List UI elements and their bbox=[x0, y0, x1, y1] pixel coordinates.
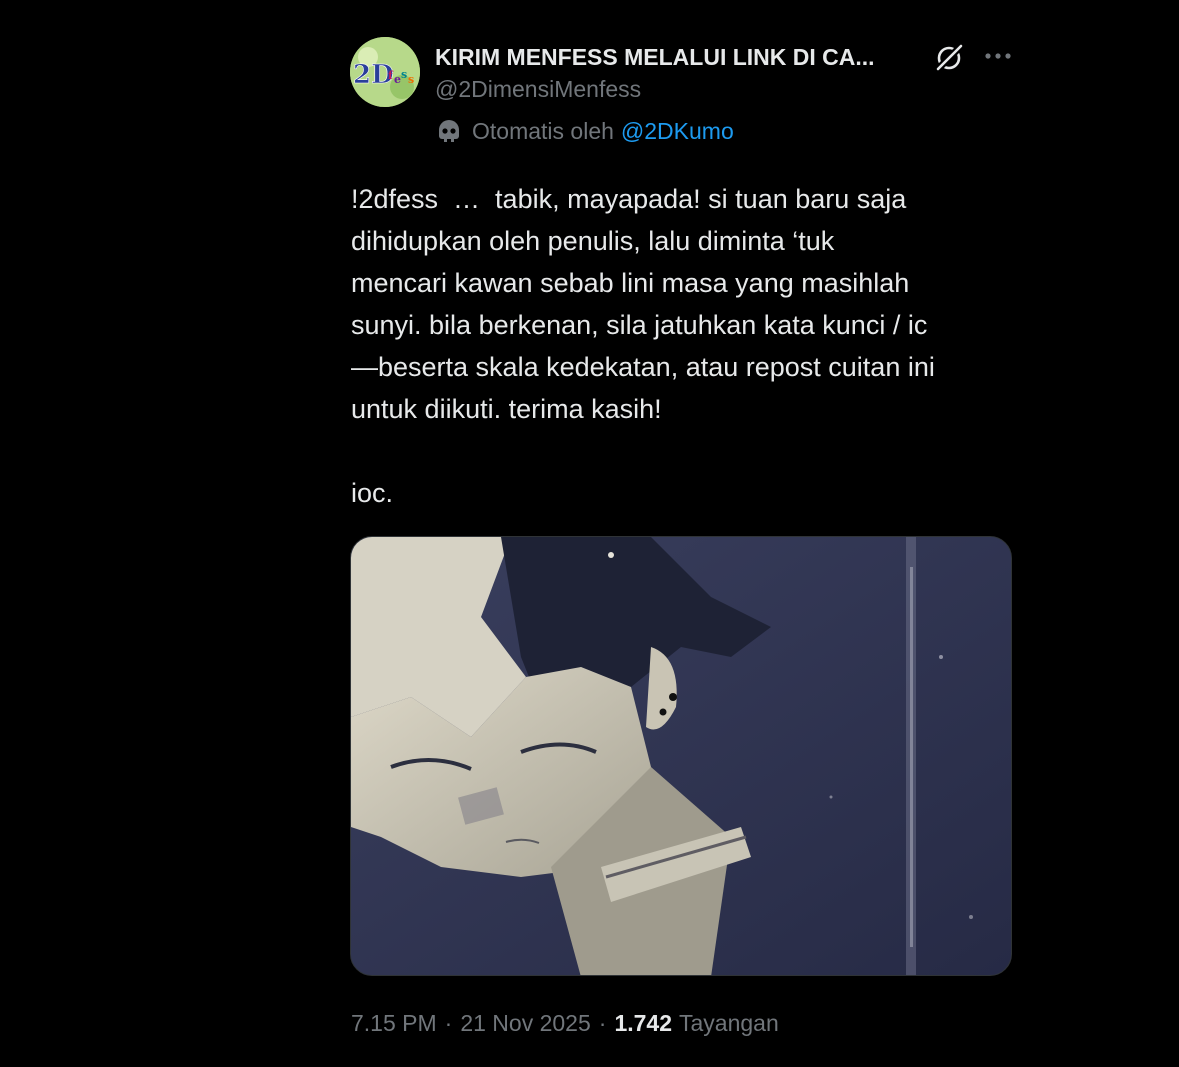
automated-label: Otomatis oleh @2DKumo bbox=[436, 114, 734, 148]
views-label: Tayangan bbox=[679, 1009, 779, 1036]
tweet-meta: 7.15 PM · 21 Nov 2025 · 1.742 Tayangan bbox=[351, 1005, 779, 1041]
grok-icon[interactable] bbox=[934, 43, 964, 73]
author-name[interactable]: KIRIM MENFESS MELALUI LINK DI CA... bbox=[435, 40, 925, 74]
tweet-text: !2dfess … tabik, mayapada! si tuan baru … bbox=[351, 184, 935, 508]
automated-prefix: Otomatis oleh bbox=[472, 117, 614, 144]
meta-separator: · bbox=[444, 1009, 453, 1036]
svg-text:s: s bbox=[401, 68, 407, 81]
meta-separator-2: · bbox=[598, 1009, 607, 1036]
more-icon[interactable] bbox=[983, 44, 1013, 74]
author-handle[interactable]: @2DimensiMenfess bbox=[435, 72, 641, 106]
svg-text:s: s bbox=[408, 73, 414, 86]
bot-icon bbox=[439, 120, 459, 142]
views-count: 1.742 bbox=[614, 1009, 672, 1036]
tweet-detail-page: 2D f e s s KIRIM MENFESS MELALUI LINK DI… bbox=[0, 0, 1179, 1067]
avatar-logo: 2D f e s s bbox=[350, 37, 420, 107]
svg-text:e: e bbox=[394, 73, 401, 86]
automated-by-link[interactable]: @2DKumo bbox=[621, 118, 734, 145]
avatar[interactable]: 2D f e s s bbox=[350, 37, 420, 107]
tweet-date[interactable]: 21 Nov 2025 bbox=[460, 1010, 590, 1037]
anime-illustration bbox=[351, 537, 1011, 975]
tweet-time[interactable]: 7.15 PM bbox=[351, 1010, 437, 1037]
tweet-media-image[interactable] bbox=[350, 536, 1012, 976]
